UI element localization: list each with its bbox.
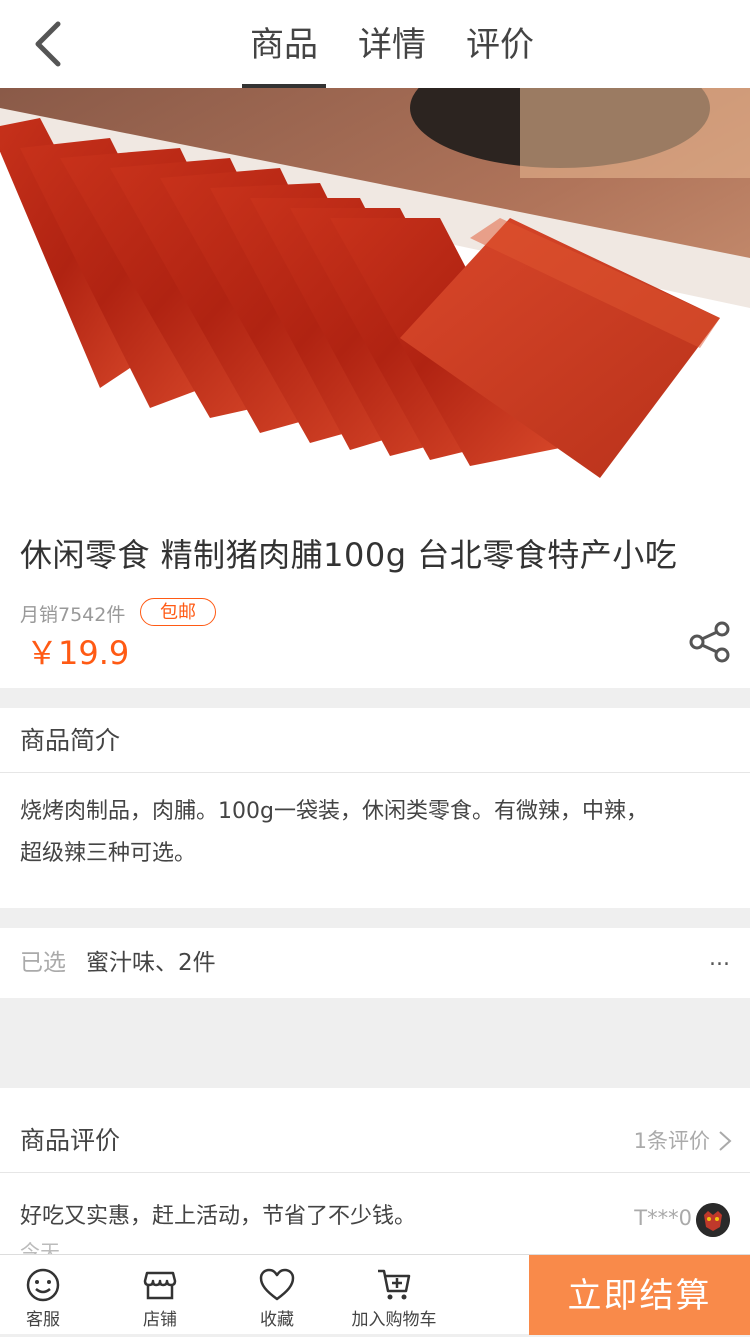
review-text: 好吃又实惠，赶上活动，节省了不少钱。 [20, 1204, 417, 1229]
reviews-heading: 商品评价 [20, 1126, 121, 1155]
add-to-cart-button[interactable]: 加入购物车 [339, 1255, 449, 1335]
intro-text: 烧烤肉制品，肉脯。100g一袋装，休闲类零食。有微辣，中辣， 超级辣三种可选。 [0, 773, 750, 875]
reviews-header[interactable]: 商品评价 1条评价 [0, 1108, 750, 1173]
store-label: 店铺 [143, 1310, 177, 1330]
customer-service-label: 客服 [26, 1310, 60, 1330]
chevron-left-icon [35, 21, 61, 67]
store-icon [143, 1271, 177, 1300]
heart-icon [259, 1268, 295, 1301]
product-image [0, 88, 750, 488]
intro-text-line: 烧烤肉制品，肉脯。100g一袋装，休闲类零食。有微辣，中辣， [20, 799, 648, 824]
bottom-action-bar: 客服 店铺 收藏 加入购物车 立即结算 [0, 1254, 750, 1335]
tab-reviews[interactable]: 评价 [446, 0, 554, 88]
checkout-button[interactable]: 立即结算 [529, 1255, 750, 1335]
review-date: 今天 [20, 1240, 60, 1254]
reviews-section: 商品评价 1条评价 好吃又实惠，赶上活动，节省了不少钱。 T***0 今天 [0, 1108, 750, 1254]
cart-plus-icon [378, 1269, 411, 1300]
top-nav-bar: 商品 详情 评价 [0, 0, 750, 89]
jerky-photo [0, 88, 750, 488]
product-price: ￥19.9 [26, 634, 130, 672]
review-count: 1条评价 [633, 1129, 710, 1153]
free-shipping-badge: 包邮 [140, 598, 216, 626]
tab-group: 商品 详情 评价 [230, 0, 554, 88]
back-button[interactable] [26, 18, 76, 70]
tab-product[interactable]: 商品 [230, 0, 338, 88]
avatar [696, 1203, 730, 1237]
more-icon: ... [709, 946, 730, 971]
tab-details[interactable]: 详情 [338, 0, 446, 88]
favorite-label: 收藏 [260, 1310, 294, 1330]
add-to-cart-label: 加入购物车 [351, 1310, 437, 1330]
favorite-button[interactable]: 收藏 [222, 1255, 332, 1335]
intro-section: 商品简介 烧烤肉制品，肉脯。100g一袋装，休闲类零食。有微辣，中辣， 超级辣三… [0, 708, 750, 908]
chevron-right-icon [719, 1131, 732, 1151]
review-username: T***0 [634, 1206, 692, 1230]
mask-avatar-icon [696, 1203, 730, 1237]
customer-service-button[interactable]: 客服 [0, 1255, 98, 1335]
selected-value: 蜜汁味、2件 [86, 950, 216, 976]
intro-text-line: 超级辣三种可选。 [20, 841, 197, 866]
selected-options-row[interactable]: 已选 蜜汁味、2件 ... [0, 928, 750, 998]
store-button[interactable]: 店铺 [105, 1255, 215, 1335]
share-button[interactable] [688, 620, 732, 664]
share-icon [689, 621, 730, 663]
intro-heading: 商品简介 [0, 708, 750, 773]
selected-label: 已选 [20, 950, 66, 976]
monthly-sales: 月销7542件 [20, 604, 126, 626]
smile-chat-icon [26, 1268, 60, 1302]
product-info-card: 休闲零食 精制猪肉脯100g 台北零食特产小吃 月销7542件 包邮 ￥19.9 [0, 488, 750, 688]
product-title: 休闲零食 精制猪肉脯100g 台北零食特产小吃 [20, 536, 678, 574]
